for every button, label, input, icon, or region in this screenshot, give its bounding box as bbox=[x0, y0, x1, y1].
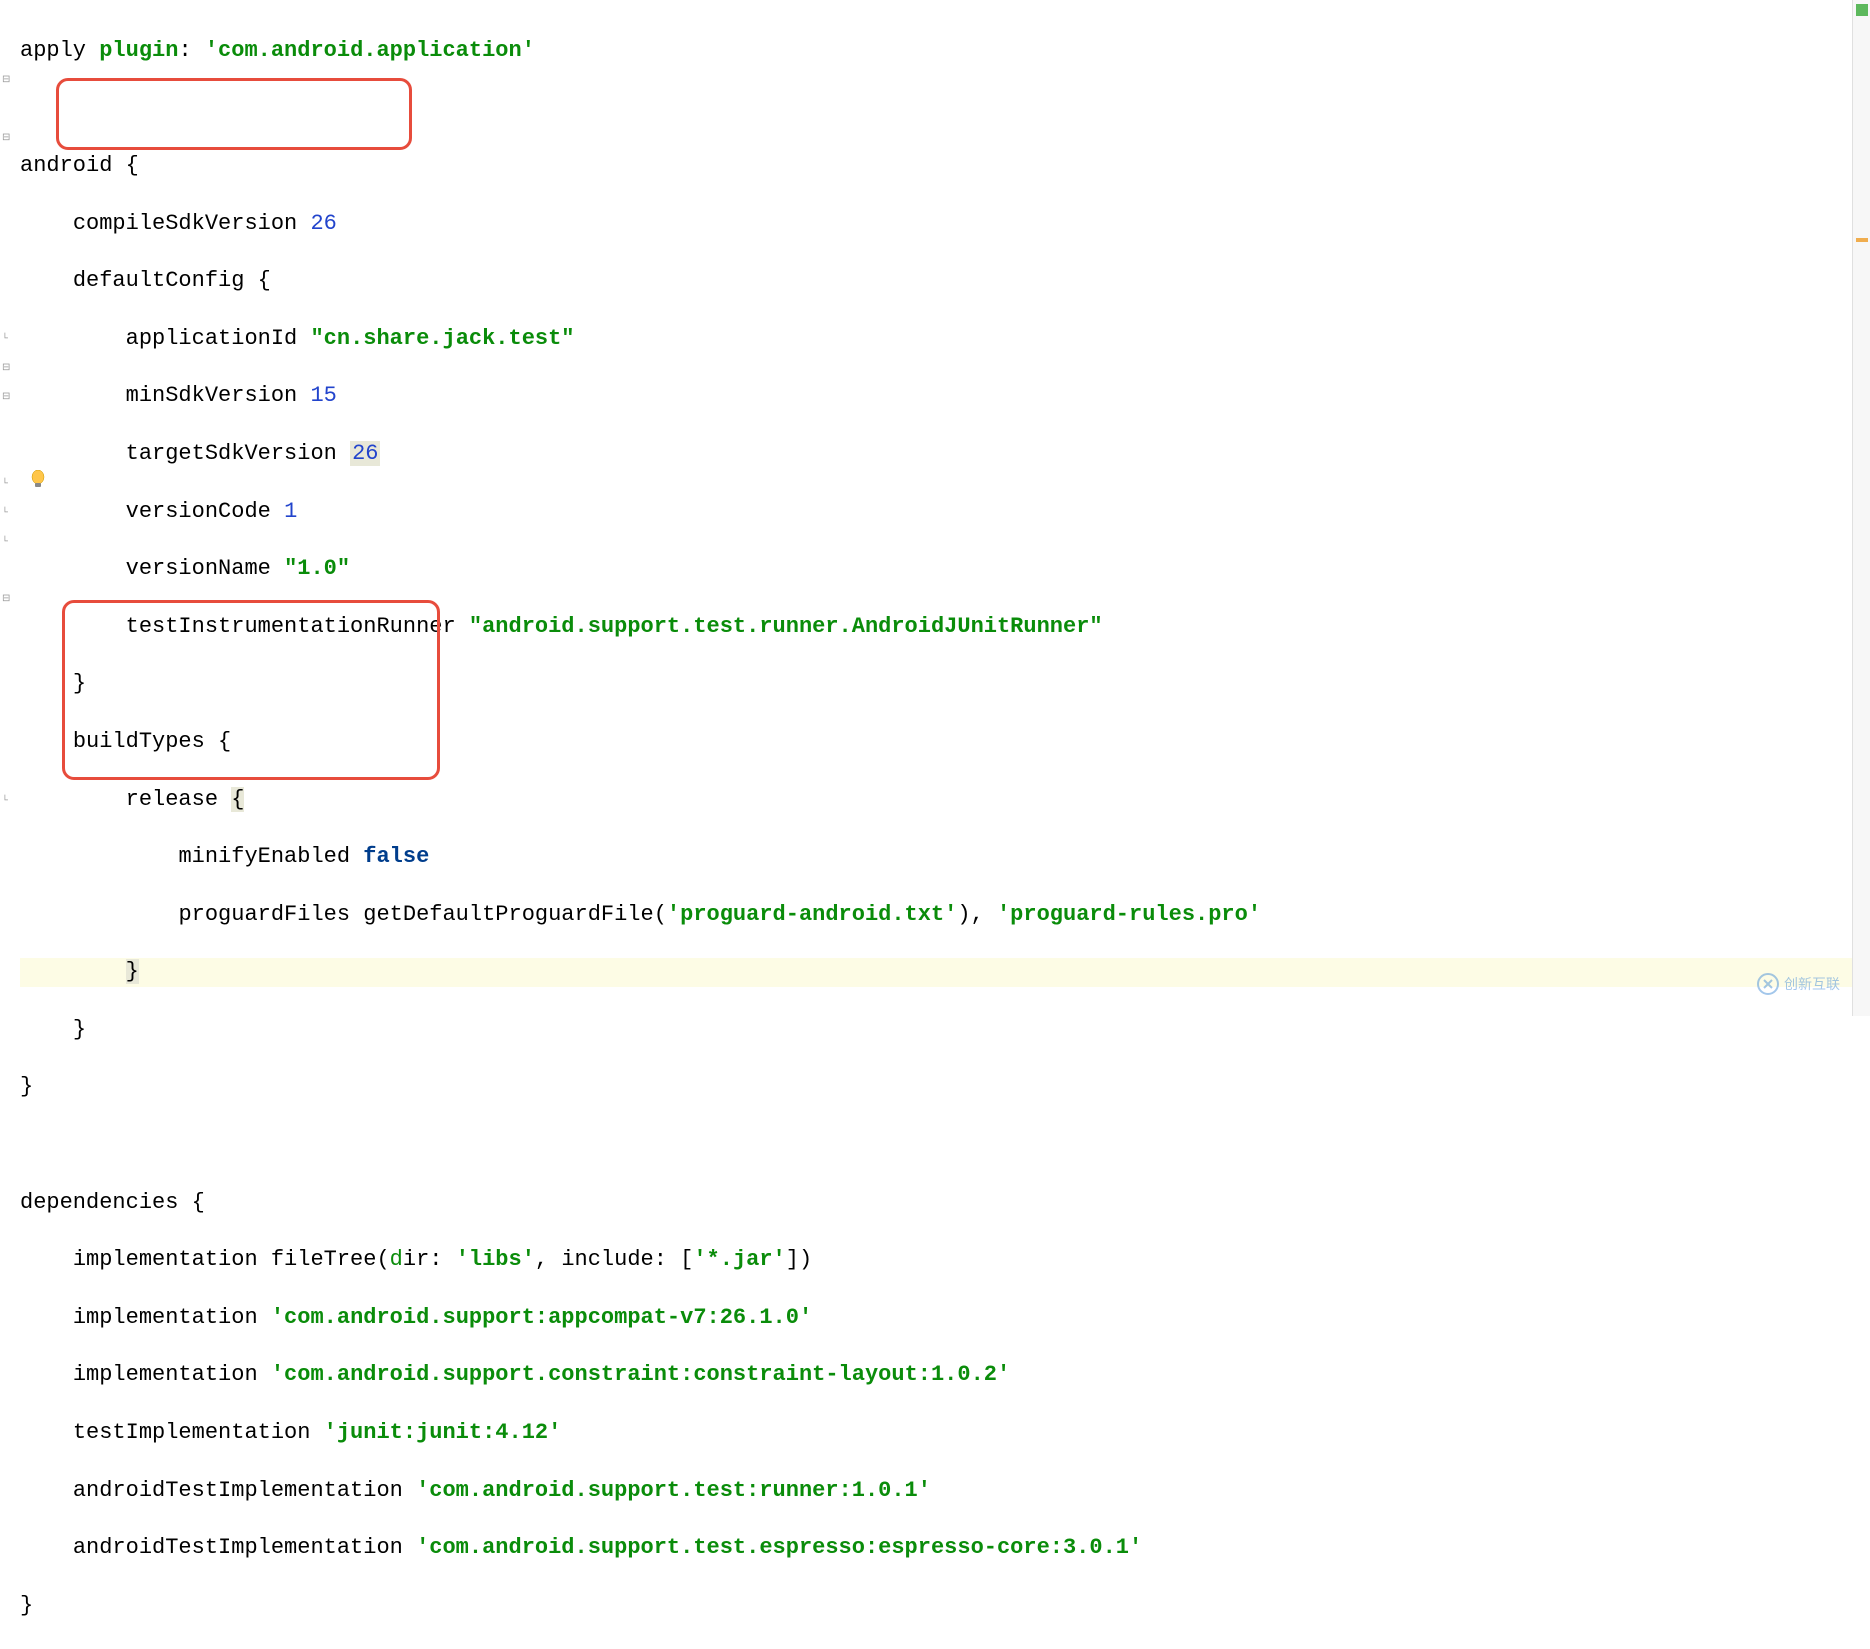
identifier: implementation bbox=[73, 1305, 271, 1330]
string-literal: 'proguard-android.txt' bbox=[667, 902, 957, 927]
brace: { bbox=[218, 729, 231, 754]
brace: { bbox=[126, 153, 139, 178]
fold-toggle-icon[interactable]: ⊟ bbox=[2, 393, 12, 403]
keyword: plugin bbox=[99, 38, 178, 63]
fold-toggle-icon[interactable]: ⊟ bbox=[2, 364, 12, 374]
intention-bulb-icon[interactable] bbox=[30, 470, 46, 490]
string-literal: 'com.android.support.constraint:constrai… bbox=[271, 1362, 1010, 1387]
fold-gutter: ⊟ ⊟ └ ⊟ ⊟ └ └ └ ⊟ └ bbox=[0, 0, 14, 1016]
brace: } bbox=[20, 1074, 33, 1099]
analysis-status-icon[interactable] bbox=[1856, 4, 1868, 16]
identifier: targetSdkVersion bbox=[126, 441, 350, 466]
number-literal: 15 bbox=[310, 383, 336, 408]
identifier: buildTypes bbox=[73, 729, 218, 754]
code-line: } bbox=[20, 670, 1870, 699]
code-line: applicationId "cn.share.jack.test" bbox=[20, 325, 1870, 354]
fold-end-icon: └ bbox=[2, 480, 12, 490]
number-literal: 1 bbox=[284, 499, 297, 524]
identifier: proguardFiles getDefaultProguardFile( bbox=[178, 902, 666, 927]
identifier: implementation fileTree( bbox=[73, 1247, 390, 1272]
code-line: } bbox=[20, 1016, 1870, 1045]
code-line bbox=[20, 1131, 1870, 1160]
identifier: versionName bbox=[126, 556, 284, 581]
brace: } bbox=[73, 1017, 86, 1042]
watermark-text: 创新互联 bbox=[1784, 974, 1840, 994]
identifier: androidTestImplementation bbox=[73, 1478, 416, 1503]
warning-marker-icon[interactable] bbox=[1856, 238, 1868, 242]
brace: { bbox=[258, 268, 271, 293]
watermark-logo-icon bbox=[1756, 972, 1780, 996]
code-line: } bbox=[20, 1073, 1870, 1102]
identifier: versionCode bbox=[126, 499, 284, 524]
string-literal: '*.jar' bbox=[693, 1247, 785, 1272]
current-line-highlight: } bbox=[20, 958, 1870, 987]
identifier: dependencies bbox=[20, 1190, 192, 1215]
code-line: apply plugin: 'com.android.application' bbox=[20, 37, 1870, 66]
code-line: minSdkVersion 15 bbox=[20, 382, 1870, 411]
code-line: release { bbox=[20, 786, 1870, 815]
keyword: apply bbox=[20, 38, 99, 63]
code-line: targetSdkVersion 26 bbox=[20, 440, 1870, 469]
string-literal: "android.support.test.runner.AndroidJUni… bbox=[469, 614, 1103, 639]
fold-toggle-icon[interactable]: ⊟ bbox=[2, 595, 12, 605]
code-line bbox=[20, 94, 1870, 123]
brace-matched: } bbox=[126, 959, 139, 984]
string-literal: 'com.android.support.test.espresso:espre… bbox=[416, 1535, 1142, 1560]
fold-toggle-icon[interactable]: ⊟ bbox=[2, 134, 12, 144]
identifier: applicationId bbox=[126, 326, 311, 351]
fold-end-icon: └ bbox=[2, 335, 12, 345]
code-line: minifyEnabled false bbox=[20, 843, 1870, 872]
identifier: compileSdkVersion bbox=[73, 211, 311, 236]
code-line: defaultConfig { bbox=[20, 267, 1870, 296]
keyword-false: false bbox=[363, 844, 429, 869]
code-line: androidTestImplementation 'com.android.s… bbox=[20, 1477, 1870, 1506]
number-literal: 26 bbox=[350, 441, 380, 466]
string-literal: 'com.android.support:appcompat-v7:26.1.0… bbox=[271, 1305, 812, 1330]
code-line: androidTestImplementation 'com.android.s… bbox=[20, 1534, 1870, 1563]
code-line: compileSdkVersion 26 bbox=[20, 210, 1870, 239]
code-line: versionName "1.0" bbox=[20, 555, 1870, 584]
string-literal: 'libs' bbox=[456, 1247, 535, 1272]
identifier: defaultConfig bbox=[73, 268, 258, 293]
string-literal: "1.0" bbox=[284, 556, 350, 581]
string-literal: 'com.android.support.test:runner:1.0.1' bbox=[416, 1478, 931, 1503]
brace: } bbox=[73, 671, 86, 696]
identifier: testImplementation bbox=[73, 1420, 324, 1445]
code-editor[interactable]: apply plugin: 'com.android.application' … bbox=[0, 0, 1870, 1649]
string-literal: "cn.share.jack.test" bbox=[310, 326, 574, 351]
code-line: testInstrumentationRunner "android.suppo… bbox=[20, 613, 1870, 642]
code-line: versionCode 1 bbox=[20, 498, 1870, 527]
code-line: implementation 'com.android.support:appc… bbox=[20, 1304, 1870, 1333]
watermark: 创新互联 bbox=[1756, 972, 1840, 996]
identifier: release bbox=[126, 787, 232, 812]
code-line: implementation 'com.android.support.cons… bbox=[20, 1361, 1870, 1390]
identifier: minSdkVersion bbox=[126, 383, 311, 408]
code-line: buildTypes { bbox=[20, 728, 1870, 757]
brace-matched: { bbox=[231, 787, 244, 812]
code-line: implementation fileTree(dir: 'libs', inc… bbox=[20, 1246, 1870, 1275]
code-line: testImplementation 'junit:junit:4.12' bbox=[20, 1419, 1870, 1448]
code-line: android { bbox=[20, 152, 1870, 181]
right-gutter bbox=[1852, 0, 1870, 1016]
number-literal: 26 bbox=[310, 211, 336, 236]
fold-toggle-icon[interactable]: ⊟ bbox=[2, 76, 12, 86]
fold-end-icon: └ bbox=[2, 509, 12, 519]
string-literal: 'junit:junit:4.12' bbox=[324, 1420, 562, 1445]
brace: } bbox=[20, 1593, 33, 1618]
brace: { bbox=[192, 1190, 205, 1215]
punct: : bbox=[178, 38, 204, 63]
fold-end-icon: └ bbox=[2, 538, 12, 548]
identifier: minifyEnabled bbox=[178, 844, 363, 869]
code-line: proguardFiles getDefaultProguardFile('pr… bbox=[20, 901, 1870, 930]
identifier: androidTestImplementation bbox=[73, 1535, 416, 1560]
identifier: implementation bbox=[73, 1362, 271, 1387]
string-literal: 'com.android.application' bbox=[205, 38, 535, 63]
fold-end-icon: └ bbox=[2, 797, 12, 807]
code-line: } bbox=[20, 1592, 1870, 1621]
string-literal: 'proguard-rules.pro' bbox=[997, 902, 1261, 927]
identifier: testInstrumentationRunner bbox=[126, 614, 469, 639]
identifier: android bbox=[20, 153, 126, 178]
code-line: dependencies { bbox=[20, 1189, 1870, 1218]
